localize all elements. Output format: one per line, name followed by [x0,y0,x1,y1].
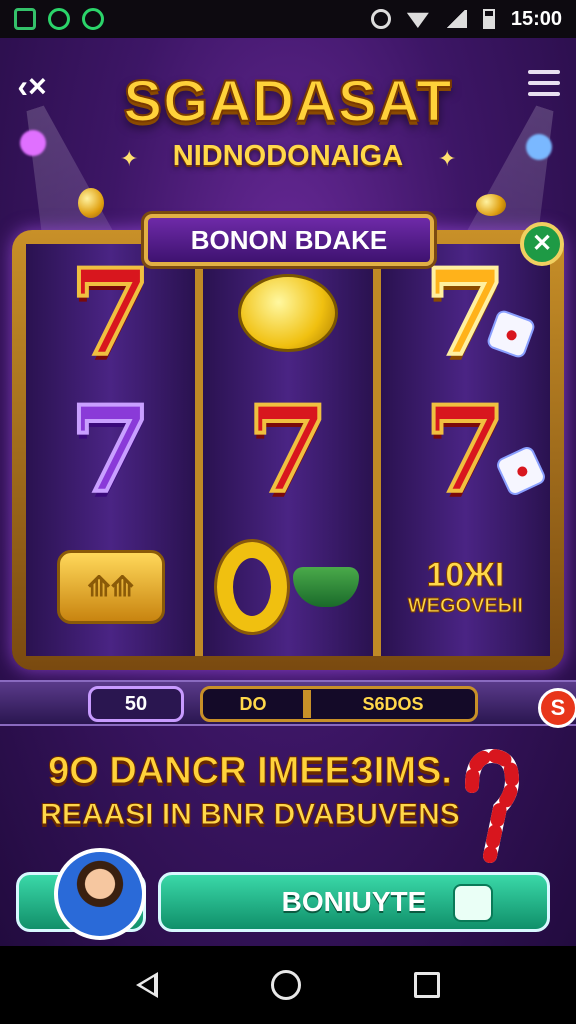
slot-game-screen: ‹× SGADASAT ✦ NIDNODONAIGA ✦ 7 7 ⟰⟰ 7 7 … [0,38,576,946]
reel-2: 7 [195,244,373,656]
settings-icon [370,9,391,29]
divider [303,690,311,718]
promo-headline: 9O DANCR IMEEЗIMS. [48,750,453,793]
navigation-bar [0,946,576,1024]
home-circle-icon[interactable] [270,970,301,1000]
reel-symbol: 10ЖI WEGOVEЫI [381,518,550,655]
spin-icon[interactable]: S [538,688,576,728]
reel-symbol: 7 [26,381,195,518]
chip-badge-icon[interactable]: ✕ [520,222,564,266]
coin-icon [78,188,104,218]
reel-symbol: 7 [381,381,550,518]
reels: 7 7 ⟰⟰ 7 7 7 10ЖI WEGOVEЫI [26,244,550,656]
seven-symbol: 7 [245,379,331,519]
wifi-icon [406,12,429,28]
seven-symbol: 7 [422,379,508,519]
win-amount: 10ЖI [426,555,505,594]
chat-app-icon [48,8,70,30]
lemon-icon [237,273,338,352]
reel-frame: 7 7 ⟰⟰ 7 7 7 10ЖI WEGOVEЫI [12,230,564,670]
win-caption: WEGOVEЫI [407,594,523,617]
total-left: DO [239,693,267,714]
bet-value[interactable]: 50 [88,686,184,722]
battery-icon [482,9,495,29]
coin-icon [476,194,506,216]
reel-1: 7 7 ⟰⟰ [26,242,196,656]
win-label: 10ЖI WEGOVEЫI [407,555,523,618]
reel-symbol: ⟰⟰ [26,518,195,655]
back-triangle-icon[interactable] [136,972,159,998]
wallet-icon [453,884,493,922]
candy-cane-icon [465,748,520,863]
play-button[interactable]: BONIUYTE [158,872,550,932]
total-display: DO S6DOS [200,686,478,722]
promo-subline: REAASI IN BNR DVABUVENS [40,798,461,832]
photo-app-icon [14,8,36,30]
seven-symbol: 7 [68,379,154,519]
play-button-label: BONIUYTE [281,886,427,917]
clock: 15:00 [510,7,562,30]
game-subtitle: NIDNODONAIGA [172,140,404,172]
game-title: SGADASAT [122,68,453,135]
status-bar: 15:00 [0,0,576,38]
reel-symbol: 7 [203,381,372,518]
seven-symbol: 7 [422,242,508,382]
gold-ring-icon [216,541,287,632]
signal-icon [444,10,467,28]
total-right: S6DOS [362,693,424,714]
horn-icon [292,566,359,607]
reel-3: 7 7 10ЖI WEGOVEЫI [372,242,550,656]
sparkle-icon: ✦ [438,146,457,171]
avatar[interactable] [54,848,146,940]
gold-drum-icon: ⟰⟰ [56,549,165,624]
reel-symbol [203,518,372,655]
seven-symbol: 7 [68,242,154,382]
reel-banner: BONON BDAKE [144,214,434,266]
whatsapp-icon [82,8,104,30]
recents-square-icon[interactable] [413,972,440,998]
